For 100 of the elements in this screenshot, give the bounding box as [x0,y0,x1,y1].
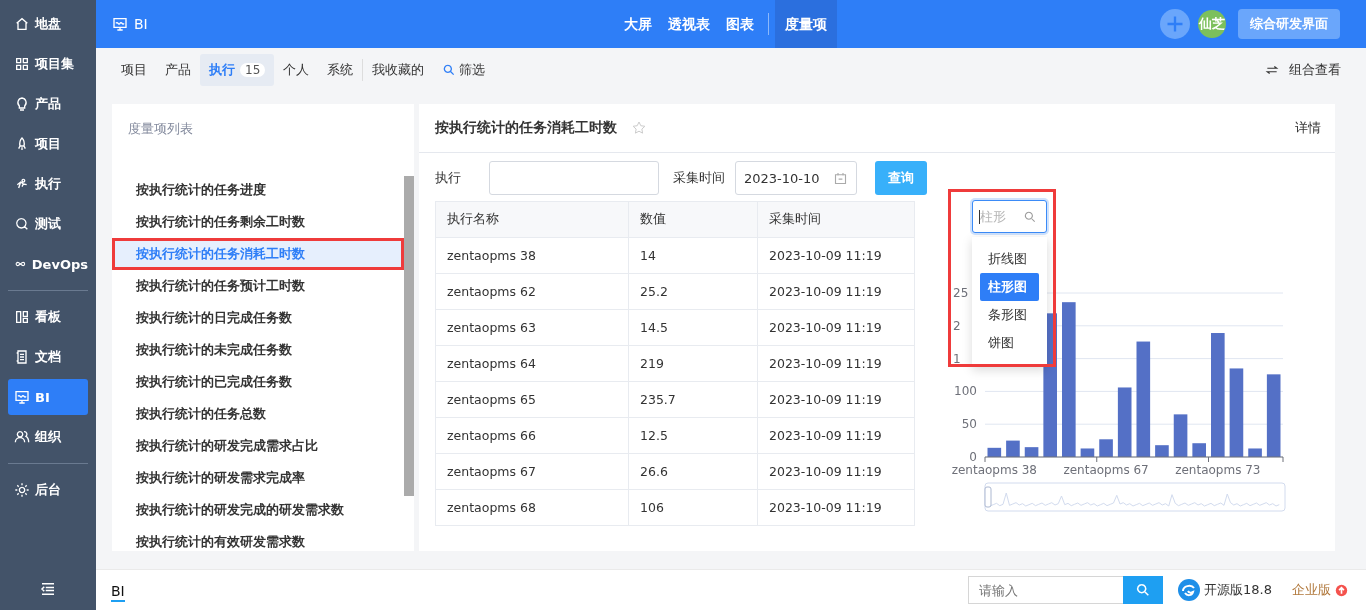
filter-tab[interactable]: 执行 15 [200,54,275,86]
field-label: 采集时间 [673,169,725,187]
table-cell: 2023-10-09 11:19 [757,273,915,310]
table-cell: 26.6 [628,453,758,490]
metric-item[interactable]: 按执行统计的任务进度 [112,174,404,206]
sidebar-item[interactable]: 执行 [8,166,88,202]
table-cell: 12.5 [628,417,758,454]
sidebar-icon [14,349,30,365]
axis-label: zentaopms 73 [1175,463,1261,477]
chart-type-option[interactable]: 饼图 [980,329,1039,357]
filter-button[interactable]: 筛选 [433,54,495,86]
table-cell: zentaopms 62 [435,273,629,310]
table-cell: zentaopms 64 [435,345,629,382]
bar [1024,447,1039,457]
axis-label: 2 [953,318,961,333]
metric-item[interactable]: 按执行统计的任务总数 [112,398,404,430]
axis-label: zentaopms 67 [1063,463,1149,477]
axis-label: zentaopms 38 [951,463,1037,477]
sidebar-icon [14,389,30,405]
sidebar-item[interactable]: 项目集 [8,46,88,82]
nav-tab[interactable]: 图表 [718,0,762,48]
table-cell: 2023-10-09 11:19 [757,381,915,418]
column-header: 执行名称 [435,201,629,238]
zoom-slider[interactable] [984,482,1286,512]
monitor-icon [112,16,128,32]
menu-icon[interactable] [39,580,57,598]
filter-tab[interactable]: 项目 [112,54,156,86]
bar [1155,445,1169,457]
bar [1192,443,1206,457]
bar [1173,414,1188,457]
sidebar-icon [14,56,30,72]
search-button[interactable] [1123,576,1164,604]
metric-item[interactable]: 按执行统计的日完成任务数 [112,302,404,334]
nav-tab[interactable]: 大屏 [616,0,660,48]
metric-item[interactable]: 按执行统计的已完成任务数 [112,366,404,398]
table-cell: zentaopms 68 [435,489,629,526]
panel-title: 度量项列表 [127,120,194,138]
sidebar-item[interactable]: 项目 [8,126,88,162]
nav-tab[interactable]: 度量项 [775,0,837,48]
chart-type-option[interactable]: 折线图 [980,245,1039,273]
sidebar-item[interactable]: BI [8,379,88,415]
axis-label: 100 [954,384,977,399]
metric-item[interactable]: 按执行统计的研发完成需求占比 [112,430,404,462]
filter-tab[interactable]: 系统 [318,54,363,86]
field-label: 执行 [435,169,461,187]
sidebar-item[interactable]: 文档 [8,339,88,375]
table-cell: 2023-10-09 11:19 [757,489,915,526]
upgrade-icon [1335,583,1348,597]
details-link[interactable]: 详情 [1295,119,1321,137]
search-field[interactable]: 请输入 [968,576,1124,604]
scrollbar[interactable] [404,176,414,496]
metric-item[interactable]: 按执行统计的研发需求完成率 [112,462,404,494]
chart-type-option[interactable]: 柱形图 [980,273,1039,301]
chart-type-option[interactable]: 条形图 [980,301,1039,329]
search-icon [1023,209,1037,224]
column-header: 数值 [628,201,758,238]
filter-tab[interactable]: 我收藏的 [363,54,434,86]
metric-item[interactable]: 按执行统计的有效研发需求数 [112,526,404,558]
sidebar-icon [14,429,30,445]
table-cell: 106 [628,489,758,526]
table-cell: 235.7 [628,381,758,418]
sidebar-item[interactable]: 地盘 [8,6,88,42]
footer-tab[interactable]: BI [111,582,125,602]
metric-item[interactable]: 按执行统计的任务预计工时数 [112,270,404,302]
combine-view-button[interactable]: 组合查看 [1256,54,1350,86]
table-cell: 25.2 [628,273,758,310]
bar [1117,387,1132,457]
sidebar-item[interactable]: 后台 [8,472,88,508]
metric-item[interactable]: 按执行统计的任务剩余工时数 [112,206,404,238]
table-cell: zentaopms 65 [435,381,629,418]
execution-input[interactable] [489,161,659,195]
table-cell: 2023-10-09 11:19 [757,417,915,454]
star-icon[interactable] [631,120,647,136]
filter-tab[interactable]: 个人 [274,54,319,86]
enterprise-link[interactable]: 企业版 [1292,581,1331,599]
table-cell: 14 [628,237,758,274]
sidebar-item[interactable]: 看板 [8,299,88,335]
swap-icon [1265,63,1279,77]
bar [1080,448,1095,457]
bar [987,447,1002,457]
sidebar-item[interactable]: 产品 [8,86,88,122]
axis-label: 50 [961,417,977,432]
search-icon [442,63,457,77]
date-field[interactable]: 2023-10-10 [735,161,857,195]
add-icon[interactable] [1160,9,1190,39]
sidebar-icon [14,482,30,498]
filter-tab[interactable]: 产品 [156,54,200,86]
metric-item[interactable]: 按执行统计的研发完成的研发需求数 [112,494,404,526]
bar [1099,439,1113,457]
bar [1248,448,1262,457]
nav-tab[interactable]: 透视表 [660,0,718,48]
calendar-icon [833,170,848,186]
sidebar-item[interactable]: DevOps [8,246,88,282]
table-cell: 2023-10-09 11:19 [757,453,915,490]
metric-item[interactable]: 按执行统计的未完成任务数 [112,334,404,366]
sidebar-item[interactable]: 测试 [8,206,88,242]
sidebar-icon [14,96,30,112]
sidebar-item[interactable]: 组织 [8,419,88,455]
column-header: 采集时间 [757,201,915,238]
metric-title: 按执行统计的任务消耗工时数 [435,119,617,137]
